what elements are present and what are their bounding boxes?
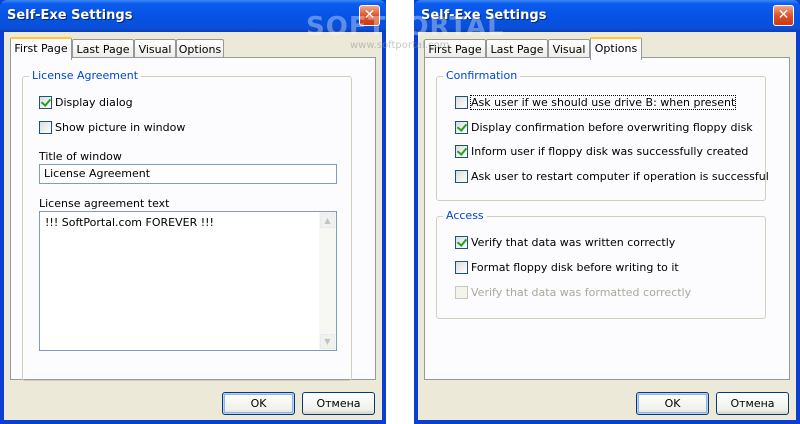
checkbox-checked-icon [455, 121, 468, 134]
close-icon[interactable]: ✕ [773, 5, 794, 26]
license-group: License Agreement Display dialog Show pi… [22, 69, 352, 381]
watermark-logo: SOFTPORTAL [306, 12, 505, 42]
checkbox-checked-icon [39, 96, 52, 109]
access-group-title: Access [443, 209, 487, 222]
confirmation-label: Display confirmation before overwriting … [471, 121, 753, 134]
left-client: First Page Last Page Visual Options Lice… [4, 32, 382, 420]
checkbox-unchecked-icon [455, 96, 468, 109]
title-label: Title of window [39, 150, 122, 163]
display-dialog-label: Display dialog [55, 96, 133, 109]
license-text-label: License agreement text [39, 197, 170, 210]
access-label: Verify that data was written correctly [471, 236, 676, 249]
title-input[interactable]: License Agreement [39, 164, 337, 184]
checkbox-checked-icon [455, 145, 468, 158]
left-panel: License Agreement Display dialog Show pi… [10, 57, 376, 381]
checkbox-disabled-icon [455, 286, 468, 299]
cancel-button[interactable]: Отмена [716, 392, 789, 415]
scroll-up-icon[interactable]: ▲ [320, 213, 335, 228]
tab-visual[interactable]: Visual [134, 39, 176, 58]
confirmation-label: Inform user if floppy disk was successfu… [471, 145, 749, 158]
show-picture-label: Show picture in window [55, 121, 186, 134]
license-text-value: !!! SoftPortal.com FOREVER !!! [45, 216, 214, 229]
license-textarea[interactable]: !!! SoftPortal.com FOREVER !!! ▲ ▼ [39, 211, 337, 351]
checkbox-unchecked-icon [455, 261, 468, 274]
tab-options[interactable]: Options [590, 37, 642, 60]
ok-button[interactable]: OK [222, 392, 295, 415]
left-window: Self-Exe Settings ✕ First Page Last Page… [0, 0, 386, 424]
access-group: Access Verify that data was written corr… [436, 209, 766, 319]
right-panel: Confirmation Ask user if we should use d… [424, 57, 790, 380]
tab-visual[interactable]: Visual [548, 39, 590, 58]
tab-options[interactable]: Options [176, 39, 224, 58]
checkbox-unchecked-icon [455, 170, 468, 183]
access-label: Verify that data was formatted correctly [471, 286, 692, 299]
confirmation-group-title: Confirmation [443, 69, 521, 82]
right-window: Self-Exe Settings ✕ First Page Last Page… [414, 0, 800, 424]
window-title: Self-Exe Settings [7, 8, 133, 23]
tab-first-page[interactable]: First Page [10, 37, 72, 60]
checkbox-checked-icon [455, 236, 468, 249]
right-client: First Page Last Page Visual Options Conf… [418, 32, 796, 420]
tab-last-page[interactable]: Last Page [72, 39, 134, 58]
scroll-down-icon[interactable]: ▼ [320, 334, 335, 349]
ok-button[interactable]: OK [636, 392, 709, 415]
watermark-url: www.softportal.com [350, 40, 450, 51]
license-group-title: License Agreement [29, 69, 142, 82]
confirmation-group: Confirmation Ask user if we should use d… [436, 69, 769, 201]
checkbox-unchecked-icon [39, 121, 52, 134]
vertical-scrollbar[interactable]: ▲ ▼ [319, 212, 336, 350]
access-label: Format floppy disk before writing to it [471, 261, 679, 274]
confirmation-label: Ask user if we should use drive B: when … [469, 95, 737, 110]
cancel-button[interactable]: Отмена [302, 392, 375, 415]
confirmation-label: Ask user to restart computer if operatio… [471, 170, 769, 183]
